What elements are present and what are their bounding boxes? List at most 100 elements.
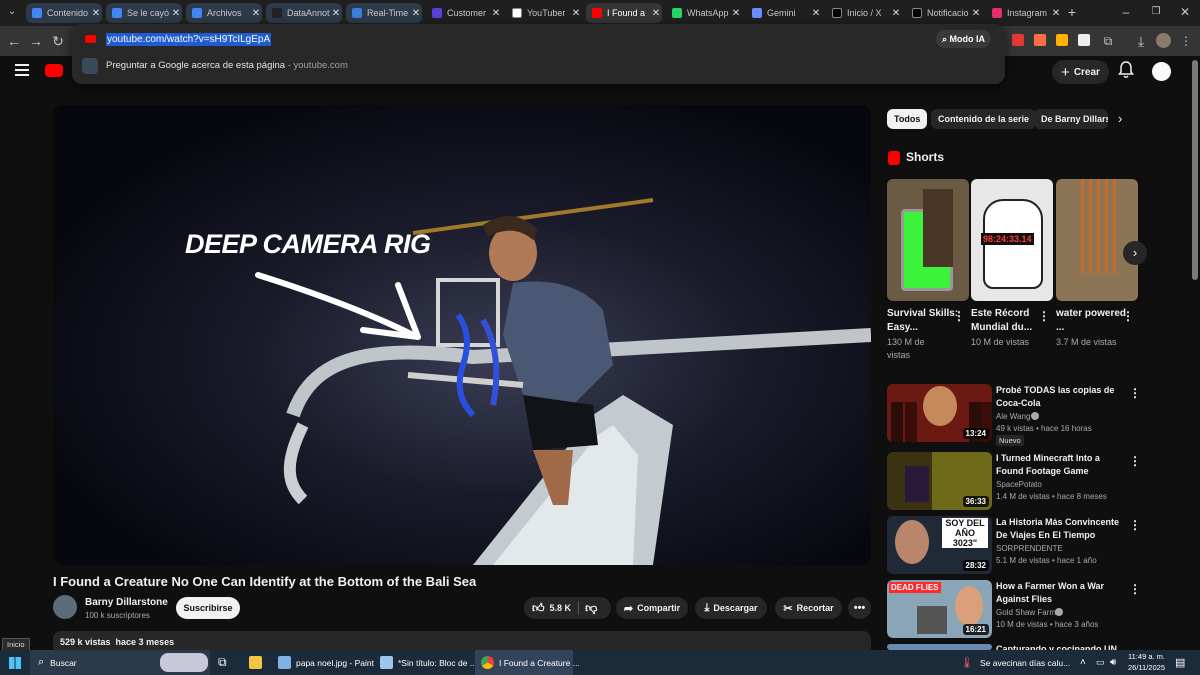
browser-tab[interactable]: Gemini ✕ <box>746 3 822 23</box>
recommendation-title[interactable]: How a Farmer Won a War Against Flies <box>996 580 1128 605</box>
short-title[interactable]: Este Récord Mundial du... <box>971 307 1043 335</box>
omnibox-suggestion[interactable]: Preguntar a Google acerca de esta página… <box>106 60 348 71</box>
browser-tab[interactable]: Contenido ✕ <box>26 3 102 23</box>
recommendation-options-icon[interactable]: ⋮ <box>1129 454 1141 468</box>
close-window-icon[interactable]: ✕ <box>1176 3 1194 21</box>
browser-tab[interactable]: Instagram ✕ <box>986 3 1062 23</box>
recommendation-channel[interactable]: SpacePotato <box>996 479 1136 490</box>
short-options-icon[interactable]: ⋮ <box>953 309 965 323</box>
subscribe-button[interactable]: Suscribirse <box>176 597 240 619</box>
tab-close-icon[interactable]: ✕ <box>1050 8 1062 19</box>
tab-close-icon[interactable]: ✕ <box>170 8 182 19</box>
recommendation-channel[interactable]: Ale Wang <box>996 411 1136 422</box>
taskbar-app-notepad[interactable]: *Sin título: Bloc de ... <box>380 650 477 675</box>
start-button[interactable] <box>9 650 21 675</box>
network-icon[interactable]: ▭ <box>1096 650 1105 675</box>
clip-button[interactable]: ✂ Recortar <box>775 597 842 619</box>
tab-close-icon[interactable]: ✕ <box>250 8 262 19</box>
recommendation-thumbnail[interactable]: 13:24 <box>887 384 992 442</box>
minimize-icon[interactable]: – <box>1117 3 1135 21</box>
modo-ia-button[interactable]: ⌕ Modo IA <box>936 30 992 48</box>
tab-close-icon[interactable]: ✕ <box>410 8 422 19</box>
restore-icon[interactable]: ❐ <box>1147 3 1165 21</box>
forward-icon[interactable]: → <box>27 32 45 50</box>
tab-close-icon[interactable]: ✕ <box>730 8 742 19</box>
browser-tab[interactable]: Se le cayó ✕ <box>106 3 182 23</box>
shorts-next-button[interactable]: › <box>1123 241 1147 265</box>
more-actions-button[interactable]: ••• <box>848 597 871 619</box>
tab-close-icon[interactable]: ✕ <box>330 8 342 19</box>
account-avatar[interactable] <box>1152 62 1171 81</box>
short-thumbnail[interactable] <box>887 179 969 301</box>
extension-icon[interactable] <box>1012 34 1024 46</box>
short-thumbnail[interactable]: 98:24:33.14 <box>971 179 1053 301</box>
like-button[interactable]: 👍︎ 5.8 K <box>524 601 571 616</box>
taskbar-app-chrome[interactable]: I Found a Creature ... <box>475 650 580 675</box>
tab-close-icon[interactable]: ✕ <box>90 8 102 19</box>
tab-close-icon[interactable]: ✕ <box>970 8 982 19</box>
browser-tab[interactable]: DataAnnot ✕ <box>266 3 342 23</box>
tab-search-chevron-icon[interactable]: ⌄ <box>3 3 21 21</box>
browser-tab[interactable]: Inicio / X ✕ <box>826 3 902 23</box>
taskbar-app-paint[interactable]: papa noel.jpg - Paint <box>278 650 374 675</box>
downloads-icon[interactable]: ⤓ <box>1132 32 1150 50</box>
extensions-puzzle-icon[interactable]: ⧉ <box>1099 32 1117 50</box>
recommendation-options-icon[interactable]: ⋮ <box>1129 582 1141 596</box>
chip-series-content[interactable]: Contenido de la serie <box>931 109 1037 129</box>
tab-close-icon[interactable]: ✕ <box>570 8 582 19</box>
extension-icon[interactable] <box>1034 34 1046 46</box>
profile-avatar[interactable] <box>1156 33 1171 48</box>
chip-from-channel[interactable]: De Barny Dillarst <box>1034 109 1108 129</box>
chip-todos[interactable]: Todos <box>887 109 928 129</box>
browser-tab[interactable]: Notificacio ✕ <box>906 3 982 23</box>
notifications-icon[interactable]: ▤ <box>1175 650 1185 675</box>
url-input[interactable]: youtube.com/watch?v=sH9TcILgEpA <box>106 33 272 46</box>
page-scrollbar[interactable] <box>1192 60 1198 280</box>
recommendation-thumbnail[interactable]: DEAD FLIES 16:21 <box>887 580 992 638</box>
recommendation-options-icon[interactable]: ⋮ <box>1129 386 1141 400</box>
short-thumbnail[interactable] <box>1056 179 1138 301</box>
reload-icon[interactable]: ↻ <box>49 32 67 50</box>
recommendation-channel[interactable]: SORPRENDENTE <box>996 543 1136 554</box>
share-button[interactable]: ➦ Compartir <box>616 597 688 619</box>
video-player[interactable]: DEEP CAMERA RIG <box>53 105 871 565</box>
short-title[interactable]: Survival Skills: Easy... <box>887 307 959 335</box>
download-button[interactable]: ⤓ Descargar <box>695 597 767 619</box>
file-explorer-icon[interactable] <box>249 650 267 675</box>
new-tab-icon[interactable]: + <box>1063 3 1081 21</box>
recommendation-thumbnail[interactable]: SOY DEL AÑO 3023" 28:32 <box>887 516 992 574</box>
browser-tab[interactable]: Customer ✕ <box>426 3 502 23</box>
short-options-icon[interactable]: ⋮ <box>1038 309 1050 323</box>
short-title[interactable]: water powered ... <box>1056 307 1128 335</box>
browser-tab[interactable]: YouTuber ✕ <box>506 3 582 23</box>
chips-next-chevron-icon[interactable]: › <box>1118 111 1122 126</box>
channel-avatar[interactable] <box>53 595 77 619</box>
recommendation-title[interactable]: La Historia Más Convincente De Viajes En… <box>996 516 1128 541</box>
notifications-bell-icon[interactable] <box>1118 61 1134 79</box>
recommendation-thumbnail[interactable]: 36:33 <box>887 452 992 510</box>
recommendation-title[interactable]: Capturando y cocinando UN <box>996 643 1128 650</box>
browser-tab[interactable]: Real-Time ✕ <box>346 3 422 23</box>
task-view-icon[interactable]: ⧉ <box>218 650 227 675</box>
recommendation-title[interactable]: Probé TODAS las copias de Coca-Cola <box>996 384 1128 409</box>
clock[interactable]: 11:49 a. m. 26/11/2025 <box>1127 651 1165 673</box>
tab-close-icon[interactable]: ✕ <box>890 8 902 19</box>
tab-close-icon[interactable]: ✕ <box>810 8 822 19</box>
tab-close-icon[interactable]: ✕ <box>650 8 662 19</box>
recommendation-title[interactable]: I Turned Minecraft Into a Found Footage … <box>996 452 1128 477</box>
weather-widget[interactable]: 🌡︎ Se avecinan días calu... <box>960 650 1070 675</box>
channel-name[interactable]: Barny Dillarstone <box>85 597 168 608</box>
tab-close-icon[interactable]: ✕ <box>490 8 502 19</box>
extension-icon[interactable] <box>1056 34 1068 46</box>
back-icon[interactable]: ← <box>5 32 23 50</box>
hamburger-menu-icon[interactable] <box>15 64 29 76</box>
browser-tab[interactable]: I Found a ✕ <box>586 3 662 23</box>
browser-menu-icon[interactable]: ⋮ <box>1177 32 1195 50</box>
create-button[interactable]: + Crear <box>1052 60 1109 84</box>
dislike-button[interactable]: 👎︎ <box>585 601 597 616</box>
short-options-icon[interactable]: ⋮ <box>1122 309 1134 323</box>
tray-chevron-icon[interactable]: ˄ <box>1080 650 1086 675</box>
browser-tab[interactable]: WhatsApp ✕ <box>666 3 742 23</box>
browser-tab[interactable]: Archivos ✕ <box>186 3 262 23</box>
volume-icon[interactable]: 🔊︎ <box>1110 650 1116 675</box>
